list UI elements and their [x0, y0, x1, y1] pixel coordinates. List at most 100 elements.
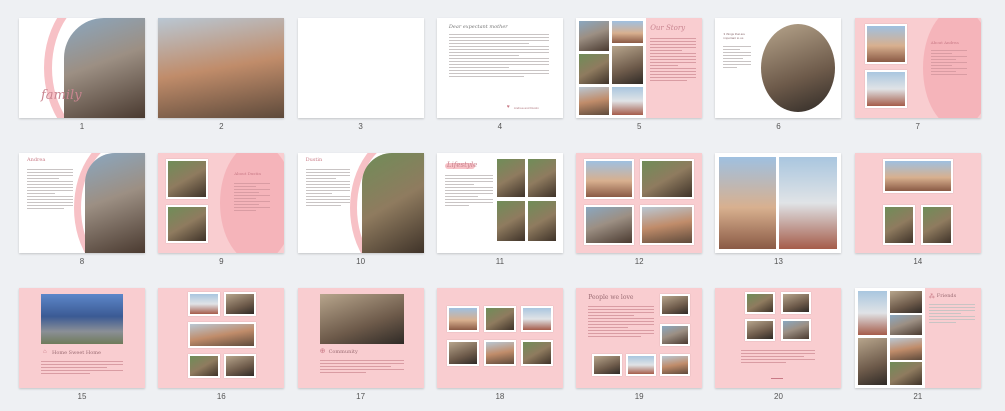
friends-photo	[857, 291, 887, 335]
photo-frame	[166, 205, 209, 243]
page-thumbnail-3[interactable]: 3	[297, 18, 424, 134]
photo-frame	[224, 292, 257, 316]
page-preview: ⌂ Home Sweet Home	[19, 288, 145, 388]
page-thumbnail-15[interactable]: ⌂ Home Sweet Home 15	[19, 288, 145, 404]
lake-photo	[719, 157, 777, 249]
page-preview	[436, 288, 563, 388]
photo-frame	[446, 306, 479, 332]
page-thumbnail-20[interactable]: 20	[715, 288, 842, 404]
photo-frame	[920, 205, 953, 245]
friends-photo	[889, 338, 922, 360]
page-number: 12	[634, 257, 644, 266]
heart-icon: ♥	[506, 104, 510, 110]
home-icon: ⌂	[43, 349, 47, 355]
photo-frame	[781, 319, 812, 341]
page-number: 9	[219, 257, 224, 266]
photo-frame	[188, 322, 257, 348]
photo-frame	[864, 70, 907, 108]
story-photo	[612, 21, 644, 43]
page-thumbnail-19[interactable]: People we love 19	[576, 288, 703, 404]
friends-icon: ⁂	[928, 294, 935, 300]
page-thumbnail-10[interactable]: Dustin 10	[297, 153, 424, 269]
section-title: Community	[328, 349, 358, 355]
page-number: 7	[915, 122, 920, 131]
selfie-photo	[779, 157, 838, 249]
page-thumbnail-2[interactable]: 2	[158, 18, 285, 134]
page-thumbnail-17[interactable]: ⊕ Community 17	[297, 288, 424, 404]
lifestyle-photo	[496, 201, 525, 241]
lifestyle-photo	[527, 159, 556, 197]
people-text	[588, 306, 655, 339]
page-number: 1	[79, 122, 85, 131]
profile-text	[305, 169, 350, 208]
photo-frame	[166, 159, 209, 199]
photo-frame	[584, 159, 635, 199]
page-number: 19	[634, 392, 644, 401]
friends-text	[928, 304, 975, 325]
community-icon: ⊕	[319, 348, 326, 355]
profile-text	[27, 169, 73, 211]
page-thumbnail-11[interactable]: Lifestyle 11	[436, 153, 563, 269]
letter-signature: Andrea and Dustin	[513, 106, 539, 110]
photo-frame	[781, 292, 812, 314]
friends-photo	[889, 362, 922, 385]
photo-frame	[626, 354, 657, 376]
page-preview	[158, 18, 285, 118]
page-preview: 3 things that are important to us	[715, 18, 842, 118]
story-photo	[579, 54, 610, 84]
story-photo	[579, 21, 610, 51]
page-preview	[854, 153, 981, 253]
page-thumbnail-5[interactable]: Our Story 5	[576, 18, 703, 134]
lifestyle-text	[444, 175, 493, 208]
page-thumbnail-1[interactable]: family 1	[19, 18, 145, 134]
page-number: 21	[913, 392, 923, 401]
page-thumbnail-9[interactable]: About Dustin 9	[158, 153, 285, 269]
page-thumbnail-18[interactable]: 18	[436, 288, 563, 404]
photo-frame	[640, 159, 695, 199]
photo-frame	[745, 292, 776, 314]
page-number: 4	[497, 122, 503, 131]
friends-photo	[857, 338, 887, 385]
couple-photo	[64, 18, 145, 118]
page-number: 2	[219, 122, 224, 131]
page-preview: Andrea	[19, 153, 145, 253]
section-title: 3 things that are important to us	[723, 32, 745, 40]
page-thumbnail-14[interactable]: 14	[854, 153, 981, 269]
oval-couple-photo	[761, 24, 836, 112]
profile-name: Andrea	[27, 157, 46, 163]
photo-frame	[640, 205, 695, 245]
page-preview: ⁂ Friends	[854, 288, 981, 388]
photo-frame	[745, 319, 776, 341]
friends-photo	[889, 291, 922, 313]
page-number: 3	[358, 122, 363, 131]
page-number: 18	[495, 392, 505, 401]
page-thumbnail-13[interactable]: 13	[715, 153, 842, 269]
page-preview: Dear expectant mother ♥ Andrea and Dusti…	[436, 18, 563, 118]
photo-frame	[882, 205, 915, 245]
photo-frame	[483, 340, 516, 366]
page-preview: family	[19, 18, 145, 118]
about-text	[930, 50, 967, 77]
page-preview	[715, 288, 842, 388]
page-thumbnail-4[interactable]: Dear expectant mother ♥ Andrea and Dusti…	[436, 18, 563, 134]
page-preview: ⊕ Community	[297, 288, 424, 388]
page-thumbnail-7[interactable]: About Andrea 7	[854, 18, 981, 134]
photo-frame	[660, 354, 691, 376]
section-title: About Andrea	[930, 40, 959, 45]
page-thumbnail-16[interactable]: 16	[158, 288, 285, 404]
story-photo	[612, 46, 644, 84]
page-preview	[158, 288, 285, 388]
photo-frame	[188, 354, 221, 378]
page-number: 14	[913, 257, 923, 266]
page-preview: Lifestyle	[436, 153, 563, 253]
lifestyle-photo	[527, 201, 556, 241]
page-thumbnail-21[interactable]: ⁂ Friends 21	[854, 288, 981, 404]
page-thumbnail-12[interactable]: 12	[576, 153, 703, 269]
divider	[771, 378, 784, 379]
page-thumbnail-8[interactable]: Andrea 8	[19, 153, 145, 269]
house-photo	[41, 294, 123, 344]
page-thumbnail-grid: family 1 2 3 Dear expectant mother ♥ And…	[19, 18, 987, 408]
section-title: Home Sweet Home	[52, 350, 101, 356]
community-text	[319, 360, 404, 375]
page-thumbnail-6[interactable]: 3 things that are important to us 6	[715, 18, 842, 134]
